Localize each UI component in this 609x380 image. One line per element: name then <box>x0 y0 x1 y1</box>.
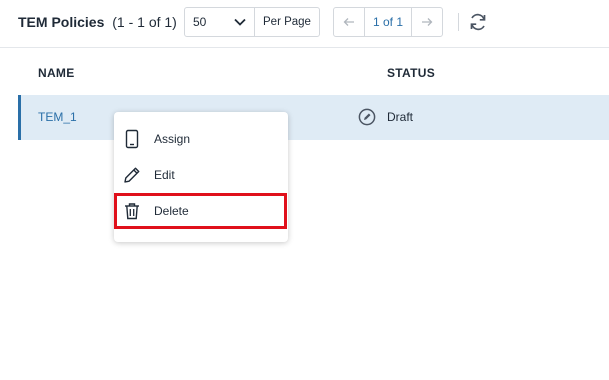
result-count: (1 - 1 of 1) <box>112 14 177 30</box>
arrow-left-icon <box>343 18 354 26</box>
toolbar-divider <box>458 13 459 31</box>
per-page-label: Per Page <box>263 16 311 28</box>
table-header: NAME STATUS <box>0 49 609 95</box>
trash-icon <box>121 200 143 222</box>
arrow-right-icon <box>422 18 433 26</box>
column-header-name[interactable]: NAME <box>38 66 75 80</box>
page-indicator: 1 of 1 <box>364 8 413 36</box>
phone-icon <box>121 128 143 150</box>
menu-item-label: Edit <box>154 168 175 182</box>
next-page-button[interactable] <box>412 8 442 36</box>
status-text: Draft <box>387 110 414 124</box>
refresh-button[interactable] <box>467 11 489 33</box>
menu-item-label: Assign <box>154 132 191 146</box>
prev-page-button[interactable] <box>334 8 364 36</box>
menu-item-assign[interactable]: Assign <box>114 121 288 157</box>
refresh-icon <box>470 13 486 31</box>
policy-name-link[interactable]: TEM_1 <box>38 110 77 124</box>
table-row[interactable]: TEM_1 Draft <box>18 95 609 140</box>
per-page-control: 50 Per Page <box>184 7 320 37</box>
pencil-icon <box>121 164 143 186</box>
context-menu: Assign Edit Delete <box>114 112 288 242</box>
chevron-down-icon <box>234 18 246 26</box>
column-header-status[interactable]: STATUS <box>387 66 435 80</box>
pagination: 1 of 1 <box>333 7 444 37</box>
per-page-select[interactable]: 50 <box>185 8 255 36</box>
page-title-text: TEM Policies <box>18 14 105 30</box>
toolbar: TEM Policies (1 - 1 of 1) 50 Per Page 1 … <box>0 0 609 48</box>
menu-item-delete[interactable]: Delete <box>114 193 287 229</box>
edit-circle-icon <box>358 108 376 126</box>
menu-item-label: Delete <box>154 204 189 218</box>
policies-page: TEM Policies (1 - 1 of 1) 50 Per Page 1 … <box>0 0 609 380</box>
menu-item-edit[interactable]: Edit <box>114 157 288 193</box>
page-title: TEM Policies (1 - 1 of 1) <box>18 14 177 30</box>
per-page-value: 50 <box>193 15 207 29</box>
